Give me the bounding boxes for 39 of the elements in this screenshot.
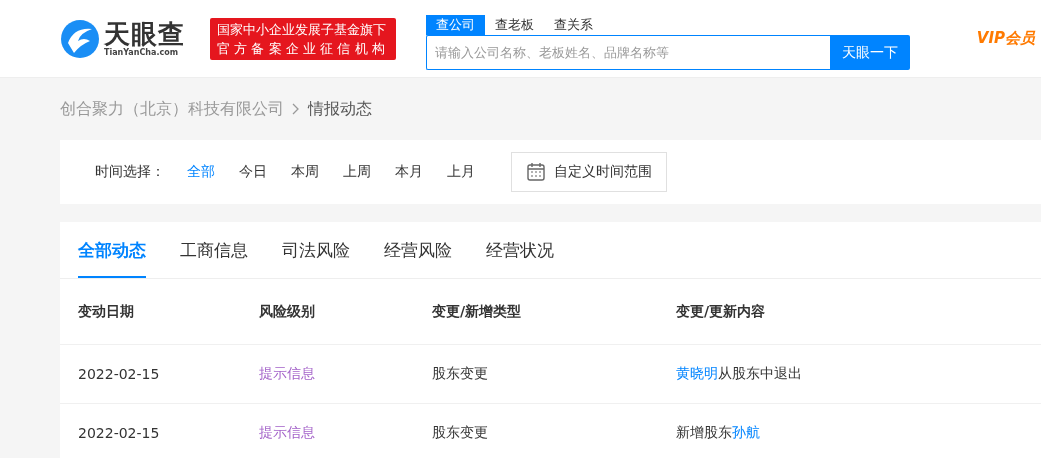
section-tab[interactable]: 全部动态 [78, 222, 146, 278]
time-option[interactable]: 本月 [395, 163, 423, 181]
logo-domain: TianYanCha.com [104, 48, 180, 57]
chevron-icon [292, 103, 300, 115]
column-header: 变动日期 [78, 302, 135, 321]
time-option[interactable]: 上月 [447, 163, 475, 181]
date-cell-text: 2022-02-15 [78, 366, 161, 382]
section-tab[interactable]: 经营风险 [384, 222, 452, 278]
search-field[interactable]: 请输入公司名称、老板姓名、品牌名称等 [426, 35, 830, 70]
search-tab[interactable]: 查公司 [426, 15, 485, 35]
time-option[interactable]: 全部 [187, 163, 215, 181]
date-cell-text: 2022-02-15 [78, 425, 161, 441]
content-cell: 新增股东孙航 [676, 424, 760, 442]
section-tab[interactable]: 经营状况 [486, 222, 554, 278]
custom-range-button[interactable]: 自定义时间范围 [511, 152, 667, 192]
column-header: 变更/新增类型 [432, 302, 523, 321]
search-tab[interactable]: 查关系 [544, 15, 603, 35]
section-tab[interactable]: 司法风险 [282, 222, 350, 278]
content-cell: 黄晓明从股东中退出 [676, 365, 802, 383]
logo-name: 天眼查 [104, 20, 185, 48]
breadcrumb-link[interactable]: 情报动态 [308, 98, 372, 120]
type-cell-text: 股东变更 [432, 365, 489, 383]
risk-level: 提示信息 [259, 424, 316, 442]
risk-level: 提示信息 [259, 365, 316, 383]
person-link[interactable]: 孙航 [732, 424, 760, 440]
section-tab[interactable]: 工商信息 [180, 222, 248, 278]
calendar-icon [526, 162, 546, 182]
time-option[interactable]: 上周 [343, 163, 371, 181]
type-cell-text: 股东变更 [432, 424, 489, 442]
filter-label: 时间选择： [95, 163, 165, 181]
slogan-badge: 国家中小企业发展子基金旗下 官方备案企业征信机构 [210, 17, 396, 60]
search-button[interactable]: 天眼一下 [830, 35, 910, 70]
search-tab[interactable]: 查老板 [485, 15, 544, 35]
person-link[interactable]: 黄晓明 [676, 365, 718, 381]
time-option[interactable]: 今日 [239, 163, 267, 181]
logo-icon [60, 18, 100, 59]
column-header: 变更/更新内容 [676, 302, 766, 321]
time-option[interactable]: 本周 [291, 163, 319, 181]
column-header: 风险级别 [259, 302, 316, 321]
